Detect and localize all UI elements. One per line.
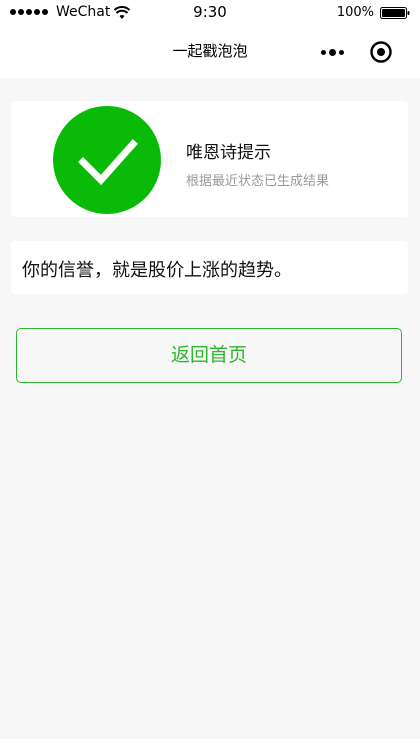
page-title: 一起戳泡泡: [172, 42, 248, 60]
result-card: 唯恩诗提示 根据最近状态已生成结果: [11, 101, 408, 217]
result-subtitle: 根据最近状态已生成结果: [186, 174, 330, 189]
navigation-bar: 一起戳泡泡: [0, 26, 420, 78]
checkmark-circle-icon: [53, 106, 161, 214]
result-title: 唯恩诗提示: [186, 143, 271, 163]
battery-icon: [380, 7, 410, 19]
result-message: 你的信誉，就是股价上涨的趋势。: [22, 260, 292, 281]
message-card: 你的信誉，就是股价上涨的趋势。: [11, 241, 408, 294]
close-miniprogram-button[interactable]: [369, 40, 393, 64]
return-home-button[interactable]: 返回首页: [16, 328, 402, 383]
more-options-button[interactable]: [318, 40, 346, 64]
status-bar: WeChat 9:30 100%: [0, 0, 420, 26]
battery-percentage: 100%: [336, 5, 374, 20]
